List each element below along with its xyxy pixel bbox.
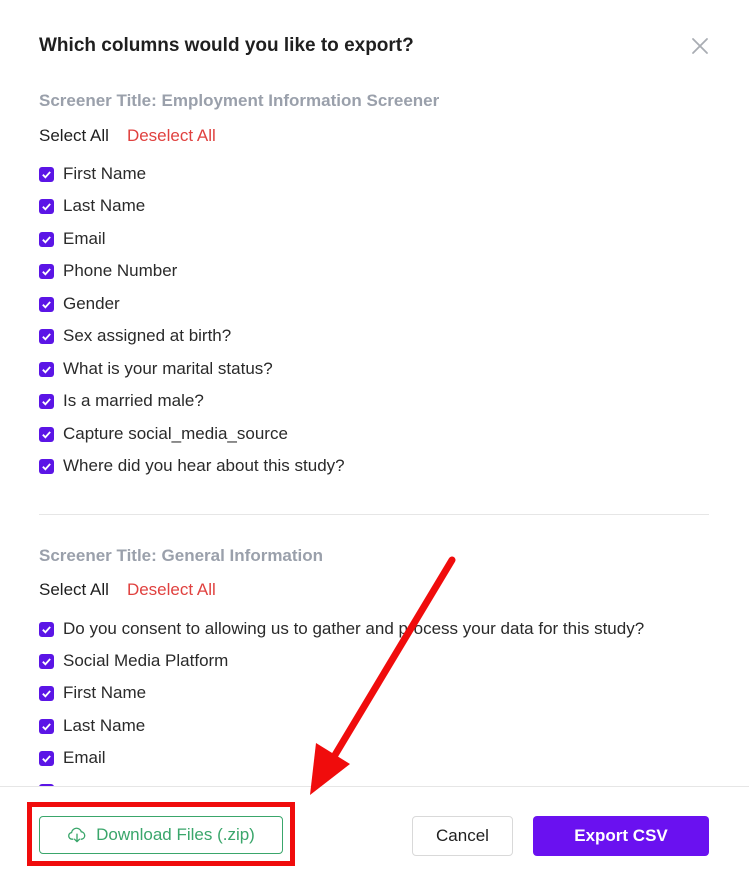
select-all-button[interactable]: Select All <box>39 126 109 145</box>
column-checkbox[interactable]: Sex assigned at birth? <box>39 324 231 348</box>
annotation-highlight-box <box>27 802 295 866</box>
select-all-button[interactable]: Select All <box>39 580 109 599</box>
column-checkbox[interactable] <box>39 779 63 786</box>
checkbox-checked-icon[interactable] <box>39 653 54 669</box>
column-label: Do you consent to allowing us to gather … <box>63 619 645 638</box>
column-checkbox[interactable]: Phone Number <box>39 259 177 283</box>
checkbox-checked-icon[interactable] <box>39 263 54 279</box>
column-label: Social Media Platform <box>63 651 229 670</box>
deselect-all-button[interactable]: Deselect All <box>127 126 216 145</box>
column-label: Capture social_media_source <box>63 424 288 443</box>
checkbox-checked-icon[interactable] <box>39 296 54 312</box>
checkbox-checked-icon[interactable] <box>39 426 54 442</box>
checkbox-checked-icon[interactable] <box>39 718 54 734</box>
export-csv-button[interactable]: Export CSV <box>533 816 709 856</box>
section-divider <box>39 514 709 515</box>
checkbox-checked-icon[interactable] <box>39 458 54 474</box>
modal-title: Which columns would you like to export? <box>39 35 414 56</box>
column-checkbox[interactable]: Social Media Platform <box>39 649 228 673</box>
select-controls: Select All Deselect All <box>39 580 216 600</box>
column-checkbox[interactable]: Capture social_media_source <box>39 422 288 446</box>
column-checkbox[interactable]: Last Name <box>39 194 145 218</box>
export-columns-modal: Which columns would you like to export? … <box>0 0 749 886</box>
column-label: Last Name <box>63 716 146 735</box>
checkbox-checked-icon[interactable] <box>39 198 54 214</box>
checkbox-checked-icon[interactable] <box>39 750 54 766</box>
cancel-button[interactable]: Cancel <box>412 816 513 856</box>
column-label: Last Name <box>63 196 146 215</box>
column-checkbox[interactable]: Gender <box>39 292 120 316</box>
checkbox-checked-icon[interactable] <box>39 328 54 344</box>
checkbox-checked-icon[interactable] <box>39 361 54 377</box>
column-checkbox[interactable]: Where did you hear about this study? <box>39 454 345 478</box>
column-label: Is a married male? <box>63 391 204 410</box>
column-checkbox[interactable]: First Name <box>39 162 146 186</box>
column-label: Email <box>63 229 106 248</box>
deselect-all-button[interactable]: Deselect All <box>127 580 216 599</box>
column-label: What is your marital status? <box>63 359 273 378</box>
checkbox-checked-icon[interactable] <box>39 231 54 247</box>
column-label: Gender <box>63 294 120 313</box>
column-label: First Name <box>63 683 147 702</box>
column-label: Email <box>63 748 106 767</box>
column-label: Where did you hear about this study? <box>63 456 345 475</box>
section-title: Screener Title: Employment Information S… <box>39 91 440 110</box>
checkbox-checked-icon[interactable] <box>39 393 54 409</box>
column-checkbox[interactable]: Email <box>39 227 106 251</box>
column-label: Phone Number <box>63 261 178 280</box>
close-icon[interactable] <box>688 34 712 58</box>
column-checkbox[interactable]: Is a married male? <box>39 389 204 413</box>
column-checkbox[interactable]: Do you consent to allowing us to gather … <box>39 617 644 641</box>
select-controls: Select All Deselect All <box>39 126 216 146</box>
column-checkbox[interactable]: Email <box>39 746 106 770</box>
checkbox-checked-icon[interactable] <box>39 685 54 701</box>
column-checkbox[interactable]: First Name <box>39 681 146 705</box>
column-checkbox[interactable]: Last Name <box>39 714 145 738</box>
column-checkbox[interactable]: What is your marital status? <box>39 357 273 381</box>
columns-scroll-area[interactable]: Screener Title: Employment Information S… <box>0 80 749 786</box>
column-label: First Name <box>63 164 147 183</box>
checkbox-checked-icon[interactable] <box>39 621 54 637</box>
section-title: Screener Title: General Information <box>39 546 324 565</box>
checkbox-checked-icon[interactable] <box>39 166 54 182</box>
column-label: Sex assigned at birth? <box>63 326 232 345</box>
